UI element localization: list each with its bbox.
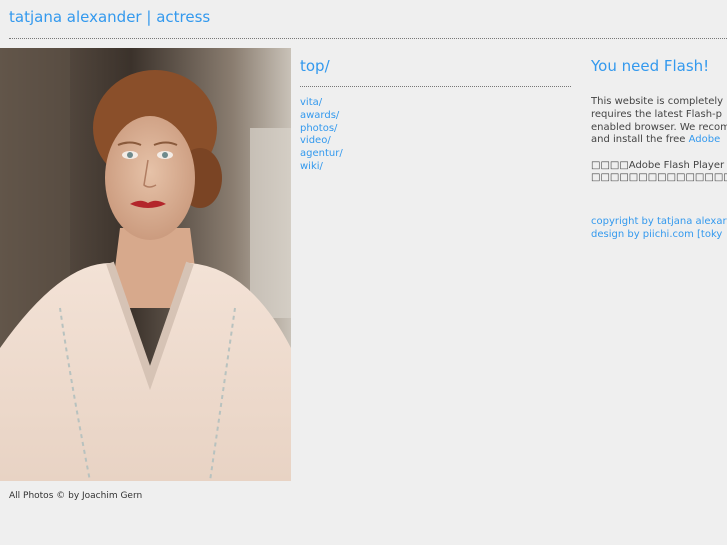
- nav-item-agentur: agentur/: [300, 148, 571, 161]
- photo-credit: All Photos © by Joachim Gern: [9, 491, 143, 501]
- nav-item-vita: vita/: [300, 97, 571, 110]
- footer: copyright by tatjana alexar design by pi…: [591, 216, 727, 242]
- flash-line-3: enabled browser. We recom: [591, 121, 727, 133]
- flash-gap: [591, 147, 727, 160]
- main-navigation: top/ vita/ awards/ photos/ video/ agentu…: [300, 56, 571, 174]
- nav-item-video: video/: [300, 135, 571, 148]
- nav-link-vita[interactable]: vita/: [300, 97, 322, 108]
- page: tatjana alexander | actress All Photos ©…: [0, 0, 727, 545]
- flash-line-2: requires the latest Flash-p: [591, 108, 722, 120]
- nav-item-awards: awards/: [300, 110, 571, 123]
- flash-jp-line-2: □□□□□□□□□□□□□□□□□□□□□□□□: [591, 172, 727, 184]
- flash-notice: You need Flash! This website is complete…: [591, 56, 727, 242]
- nav-link-video[interactable]: video/: [300, 135, 331, 146]
- flash-line-4: and install the free Adobe: [591, 134, 727, 147]
- design-credit-link[interactable]: design by piichi.com [toky: [591, 229, 727, 242]
- flash-message: This website is completely requires the …: [591, 96, 727, 185]
- flash-line-4-text: and install the free: [591, 134, 689, 146]
- flash-jp-line-1: □□□□Adobe Flash Player □□: [591, 159, 727, 171]
- flash-line-1: This website is completely: [591, 96, 724, 107]
- adobe-link[interactable]: Adobe: [689, 134, 721, 145]
- nav-item-photos: photos/: [300, 123, 571, 136]
- nav-list: vita/ awards/ photos/ video/ agentur/ wi…: [300, 97, 571, 174]
- nav-item-wiki: wiki/: [300, 161, 571, 174]
- portrait-photo: [0, 48, 291, 481]
- flash-heading: You need Flash!: [591, 57, 710, 75]
- site-title[interactable]: tatjana alexander | actress: [9, 8, 210, 26]
- nav-link-awards[interactable]: awards/: [300, 110, 339, 121]
- nav-link-photos[interactable]: photos/: [300, 123, 337, 134]
- header-divider: [9, 38, 727, 39]
- nav-link-wiki[interactable]: wiki/: [300, 161, 323, 172]
- nav-heading[interactable]: top/: [300, 56, 571, 78]
- nav-divider: [300, 86, 571, 87]
- copyright-link[interactable]: copyright by tatjana alexar: [591, 216, 727, 229]
- nav-link-agentur[interactable]: agentur/: [300, 148, 343, 159]
